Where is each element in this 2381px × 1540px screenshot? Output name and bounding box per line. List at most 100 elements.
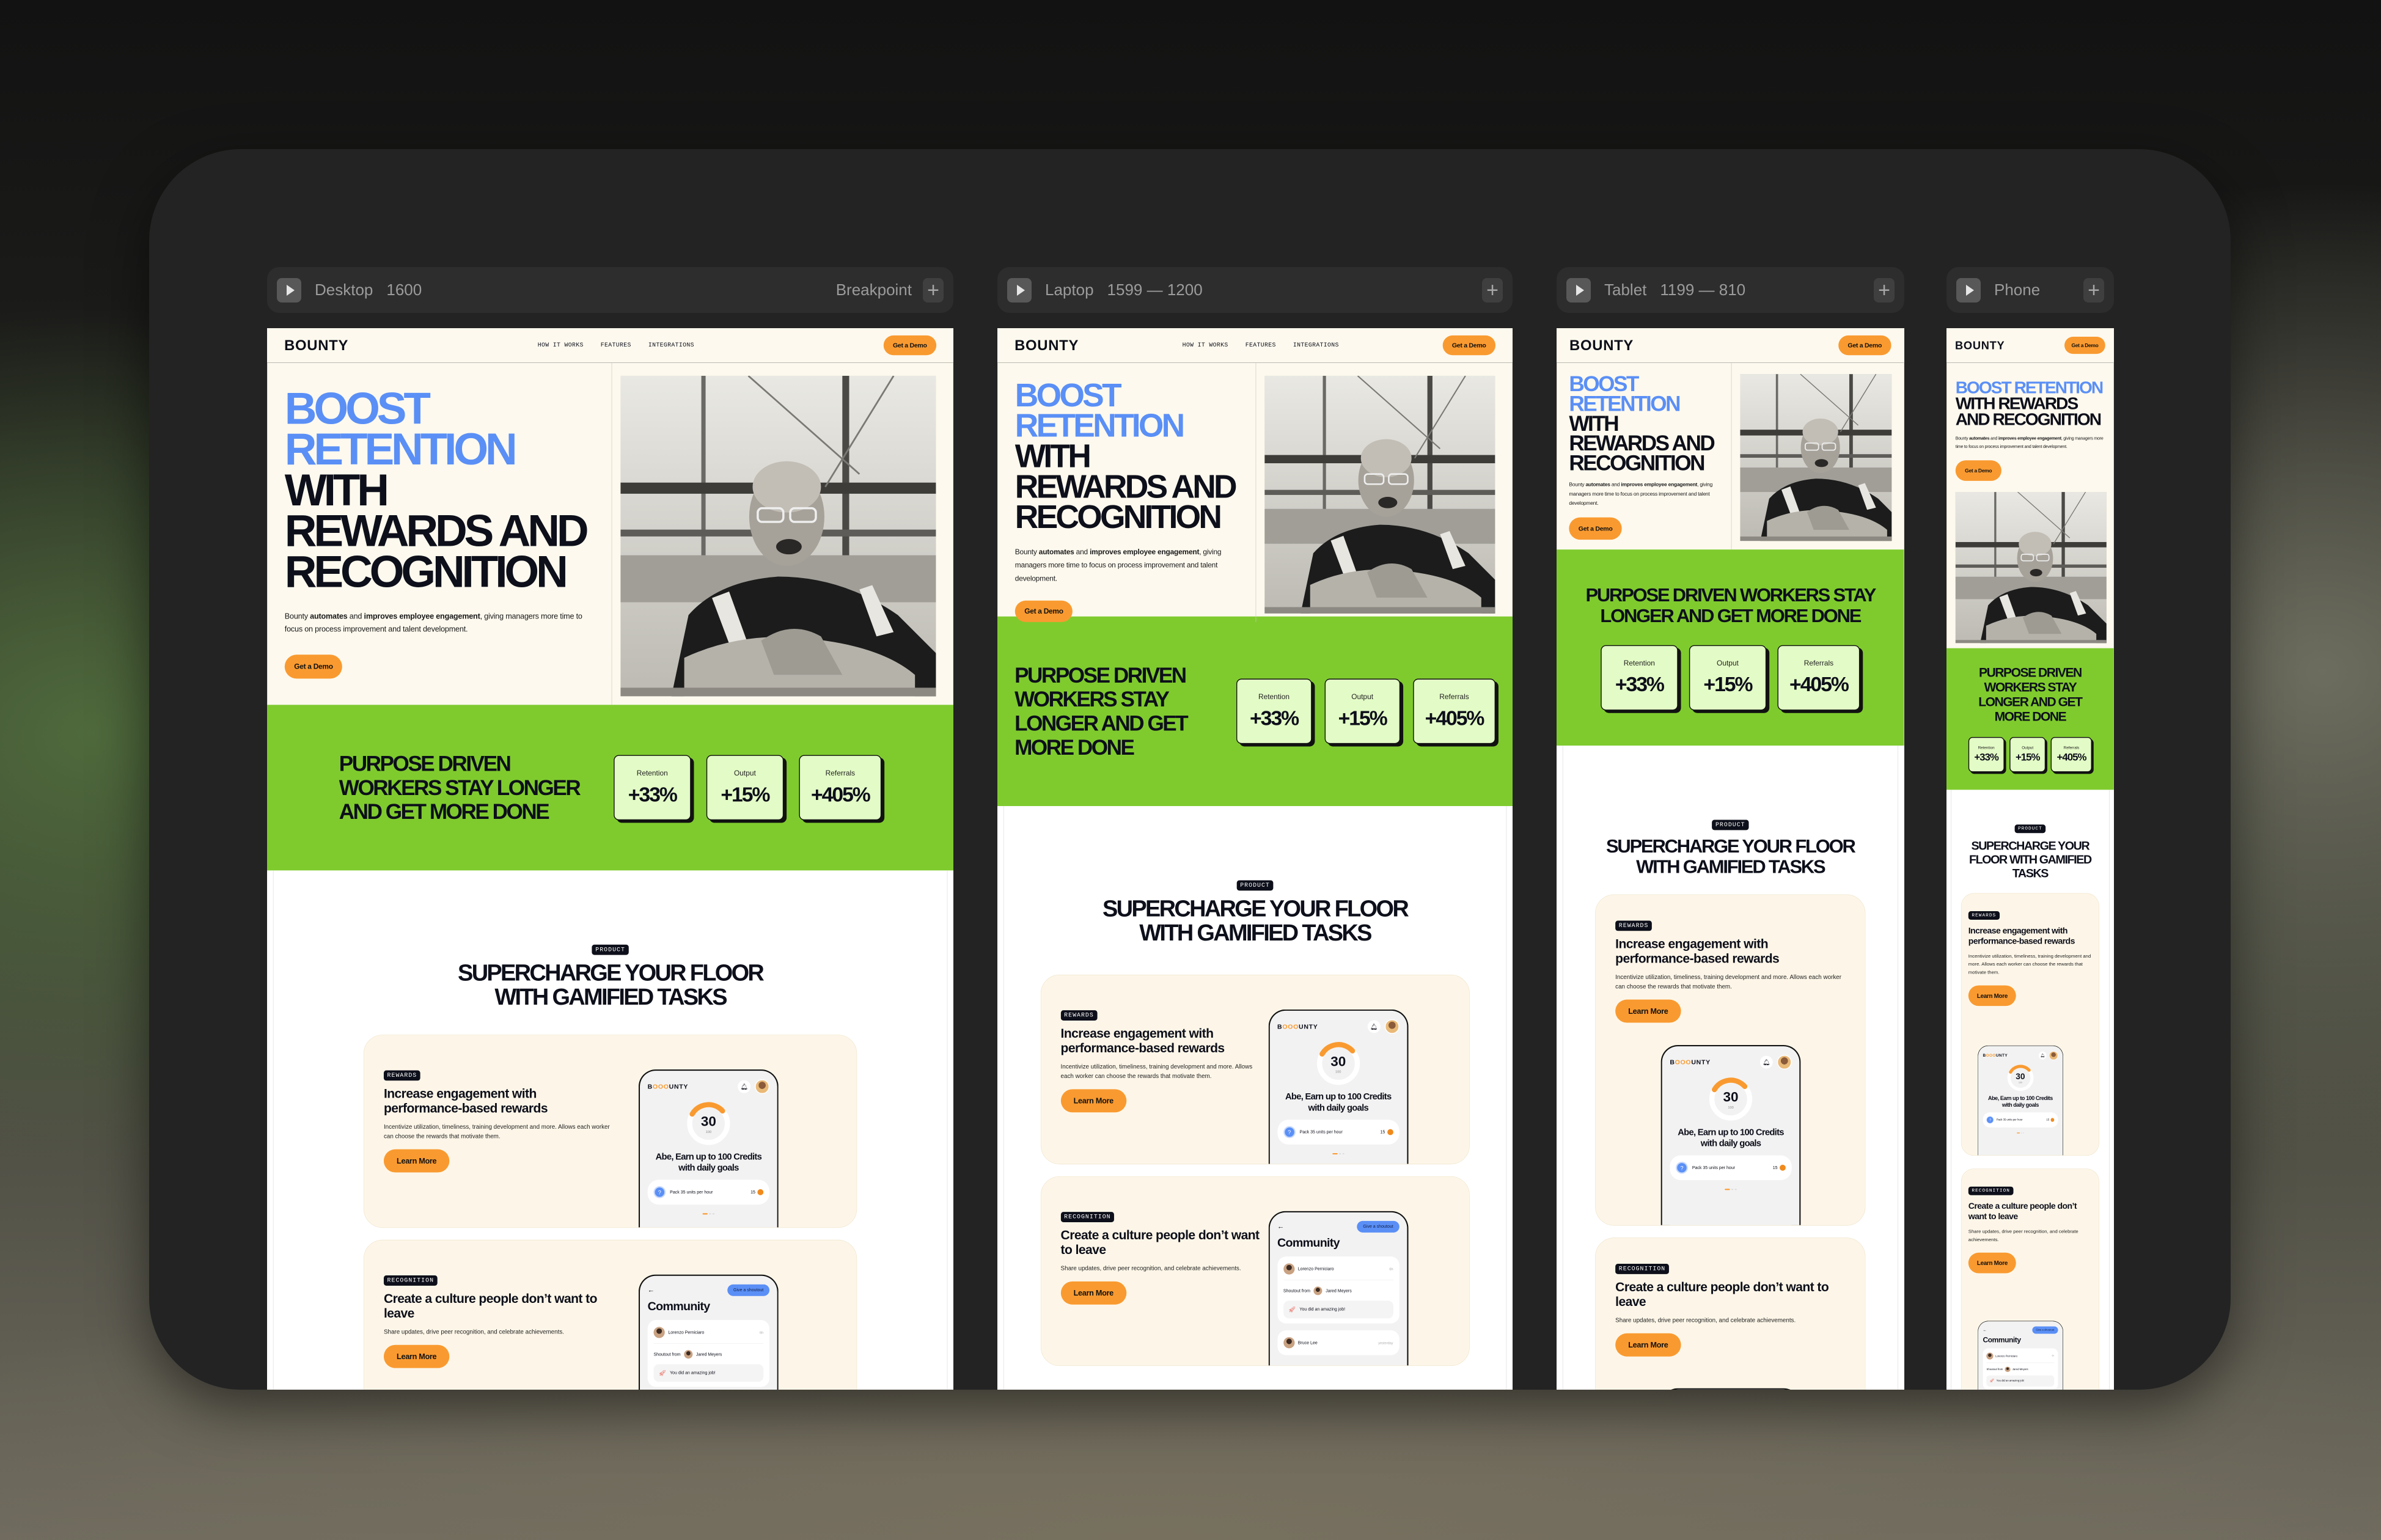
- avatar: [1283, 1337, 1295, 1349]
- plus-icon[interactable]: +: [2083, 277, 2104, 302]
- stat-value: +405%: [1789, 673, 1849, 696]
- learn-more-button[interactable]: Learn More: [1615, 999, 1681, 1023]
- avatar[interactable]: [1384, 1019, 1400, 1034]
- learn-more-button[interactable]: Learn More: [1060, 1281, 1126, 1305]
- viewport-desktop[interactable]: BOUNTY HOW IT WORKS FEATURES INTEGRATION…: [267, 328, 953, 1390]
- task-label: Pack 35 units per hour: [1692, 1165, 1736, 1170]
- stats-heading: PURPOSE DRIVEN WORKERS STAY LONGER AND G…: [1014, 663, 1189, 760]
- give-shoutout-button[interactable]: Give a shoutout: [2032, 1326, 2058, 1334]
- viewport-phone[interactable]: BOUNTY HOW IT WORKS FEATURES INTEGRATION…: [1946, 328, 2114, 1390]
- get-demo-button[interactable]: Get a Demo: [1442, 335, 1496, 356]
- logo[interactable]: BOUNTY: [1955, 339, 2005, 352]
- arrow-left-icon[interactable]: ←: [648, 1286, 655, 1294]
- hero-photo: [1947, 481, 2113, 648]
- get-demo-button[interactable]: Get a Demo: [1838, 335, 1891, 356]
- arrow-left-icon[interactable]: ←: [1983, 1328, 1987, 1333]
- rewards-phone-mockup: BOOOUNTY 🔔︎ 30 100 Abe, Earn up to 100 C…: [1660, 1045, 1801, 1225]
- task-row[interactable]: ? Pack 35 units per hour 15: [1277, 1120, 1400, 1145]
- get-demo-button[interactable]: Get a Demo: [883, 335, 937, 356]
- hero-get-demo-button[interactable]: Get a Demo: [1014, 600, 1073, 622]
- score-max: 100: [705, 1130, 712, 1134]
- nav-link-features[interactable]: FEATURES: [601, 342, 631, 348]
- bell-icon[interactable]: 🔔︎: [2038, 1051, 2047, 1060]
- pager-dots: [1983, 1132, 2058, 1134]
- feature-body: Incentivize utilization, timeliness, tra…: [1060, 1063, 1253, 1080]
- arrow-left-icon[interactable]: ←: [1277, 1223, 1284, 1231]
- nav-link-integrations[interactable]: INTEGRATIONS: [1293, 342, 1339, 348]
- nav-link-integrations[interactable]: INTEGRATIONS: [648, 342, 694, 348]
- stat-value: +33%: [1615, 673, 1665, 696]
- learn-more-button[interactable]: Learn More: [1968, 985, 2017, 1007]
- stat-value: +15%: [1703, 673, 1753, 696]
- avatar[interactable]: [1777, 1055, 1792, 1070]
- site-nav: BOUNTY HOW IT WORKS FEATURES INTEGRATION…: [997, 328, 1513, 363]
- hero-get-demo-button[interactable]: Get a Demo: [284, 654, 343, 679]
- hero: BOOST RETENTION WITH REWARDS AND RECOGNI…: [1946, 362, 2114, 648]
- play-icon[interactable]: [277, 277, 301, 302]
- bell-icon[interactable]: 🔔︎: [1367, 1020, 1381, 1033]
- text: UNTY: [1691, 1058, 1711, 1066]
- hero-headline: BOOST RETENTION WITH REWARDS AND RECOGNI…: [1956, 380, 2105, 428]
- stat-value: +405%: [1425, 706, 1485, 730]
- learn-more-button[interactable]: Learn More: [1615, 1333, 1681, 1357]
- progress-ring: 30 100: [1315, 1040, 1362, 1087]
- bell-icon[interactable]: 🔔︎: [738, 1080, 751, 1093]
- give-shoutout-button[interactable]: Give a shoutout: [1357, 1220, 1400, 1233]
- stat-label: Referrals: [1803, 659, 1834, 667]
- hero-photo: [612, 363, 953, 705]
- hero-photo: [1256, 363, 1512, 622]
- product-heading: SUPERCHARGE YOUR FLOOR WITH GAMIFIED TAS…: [1968, 839, 2092, 880]
- feature-tag: REWARDS: [1060, 1010, 1098, 1021]
- breakpoint-bar-phone: Phone +: [1946, 267, 2114, 313]
- feature-title: Create a culture people don’t want to le…: [383, 1291, 598, 1321]
- stat-value: +33%: [628, 783, 678, 806]
- learn-more-button[interactable]: Learn More: [383, 1149, 450, 1173]
- nav-link-how-it-works[interactable]: HOW IT WORKS: [1183, 342, 1228, 348]
- feature-title: Create a culture people don’t want to le…: [1968, 1201, 2077, 1222]
- shoutout-label: Shoutout from: [1283, 1288, 1310, 1294]
- shoutout-user: Jared Meyers: [695, 1352, 722, 1357]
- task-row[interactable]: ? Pack 35 units per hour 15: [1983, 1112, 2058, 1128]
- task-row[interactable]: ? Pack 35 units per hour 15: [1670, 1155, 1792, 1181]
- score-value: 30: [2016, 1072, 2025, 1082]
- learn-more-button[interactable]: Learn More: [1968, 1252, 2017, 1274]
- stats-band: PURPOSE DRIVEN WORKERS STAY LONGER AND G…: [1557, 549, 1904, 746]
- bell-icon[interactable]: 🔔︎: [1759, 1055, 1773, 1069]
- plus-icon[interactable]: +: [1482, 277, 1503, 302]
- play-icon[interactable]: [1566, 277, 1591, 302]
- play-icon[interactable]: [1956, 277, 1981, 302]
- breakpoint-range: 1599 — 1200: [1107, 280, 1203, 299]
- text: B: [647, 1083, 653, 1091]
- nav-link-how-it-works[interactable]: HOW IT WORKS: [538, 342, 584, 348]
- logo[interactable]: BOUNTY: [284, 337, 348, 353]
- breakpoint-button[interactable]: Breakpoint: [836, 280, 912, 299]
- hero-get-demo-button[interactable]: Get a Demo: [1569, 517, 1622, 540]
- feature-cards: REWARDS Increase engagement with perform…: [1004, 974, 1506, 1366]
- avatar: [1986, 1352, 1994, 1360]
- avatar[interactable]: [755, 1079, 770, 1094]
- text: and: [1610, 481, 1621, 488]
- logo[interactable]: BOUNTY: [1014, 337, 1079, 353]
- learn-more-button[interactable]: Learn More: [1060, 1089, 1126, 1113]
- hero-get-demo-button[interactable]: Get a Demo: [1955, 460, 2001, 481]
- avatar[interactable]: [2049, 1050, 2058, 1060]
- headline-rest: WITH REWARDS AND RECOGNITION: [1014, 438, 1238, 536]
- get-demo-button[interactable]: Get a Demo: [2064, 337, 2105, 354]
- feature-cards: REWARDS Increase engagement with perform…: [1951, 893, 2109, 1390]
- logo[interactable]: BOUNTY: [1569, 337, 1634, 353]
- text-bold: improves employee engagement: [1090, 548, 1200, 556]
- plus-icon[interactable]: +: [1874, 277, 1895, 302]
- learn-more-button[interactable]: Learn More: [383, 1344, 450, 1368]
- plus-icon[interactable]: +: [923, 277, 944, 302]
- nav-link-features[interactable]: FEATURES: [1246, 342, 1276, 348]
- task-row[interactable]: ? Pack 35 units per hour 15: [647, 1179, 770, 1205]
- stats-heading: PURPOSE DRIVEN WORKERS STAY LONGER AND G…: [1978, 666, 2083, 724]
- viewport-laptop[interactable]: BOUNTY HOW IT WORKS FEATURES INTEGRATION…: [997, 328, 1513, 1390]
- app-logo: BOOOUNTY: [648, 1083, 688, 1090]
- viewport-tablet[interactable]: BOUNTY HOW IT WORKS FEATURES INTEGRATION…: [1557, 328, 1904, 1390]
- play-icon[interactable]: [1007, 277, 1032, 302]
- stats-band: PURPOSE DRIVEN WORKERS STAY LONGER AND G…: [267, 705, 953, 871]
- give-shoutout-button[interactable]: Give a shoutout: [727, 1284, 770, 1296]
- product-tag: PRODUCT: [1712, 820, 1749, 831]
- stat-value: +15%: [2015, 751, 2041, 763]
